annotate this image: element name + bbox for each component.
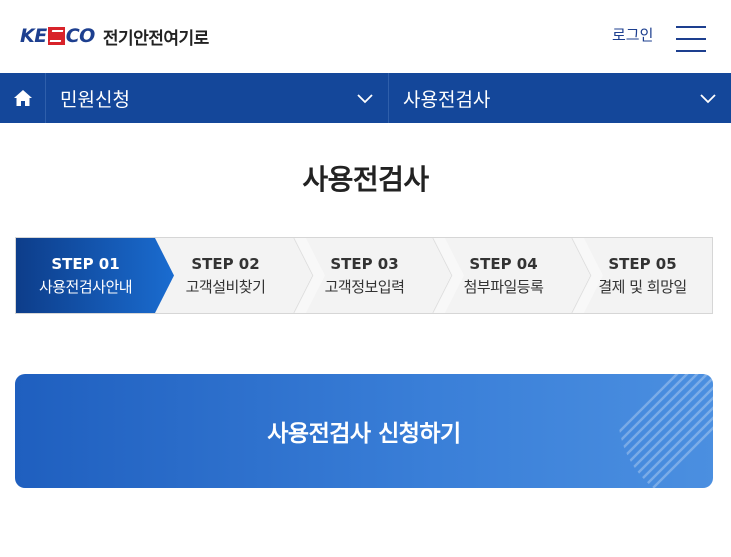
nav-dropdown-page-label: 사용전검사 <box>403 88 491 111</box>
home-button[interactable] <box>0 73 46 123</box>
logo-text: 전기안전여기로 <box>102 28 209 49</box>
site-header: KE CO 전기안전여기로 로그인 <box>0 0 731 73</box>
step-number: STEP 04 <box>469 254 538 273</box>
main-navbar: 민원신청 사용전검사 <box>0 73 731 123</box>
step-label: 고객설비찾기 <box>185 277 266 296</box>
page-title: 사용전검사 <box>302 163 429 196</box>
login-link[interactable]: 로그인 <box>612 24 653 45</box>
nav-dropdown-page[interactable]: 사용전검사 <box>389 73 731 123</box>
logo-mark: KE CO <box>20 25 95 47</box>
apply-inspection-button[interactable]: 사용전검사 신청하기 <box>15 374 713 488</box>
nav-dropdown-category-label: 민원신청 <box>60 88 130 111</box>
step-item: STEP 01 사용전검사안내 <box>16 238 155 313</box>
nav-dropdown-category[interactable]: 민원신청 <box>46 73 389 123</box>
step-number: STEP 05 <box>608 254 677 273</box>
step-label: 첨부파일등록 <box>463 277 544 296</box>
step-number: STEP 03 <box>330 254 399 273</box>
logo-s-icon <box>47 27 65 45</box>
step-number: STEP 02 <box>191 254 260 273</box>
step-label: 결제 및 희망일 <box>598 277 687 296</box>
kesco-logo[interactable]: KE CO 전기안전여기로 <box>20 22 209 50</box>
step-item: STEP 05 결제 및 희망일 <box>573 238 712 313</box>
chevron-down-icon <box>357 94 373 104</box>
logo-mark-right: CO <box>65 25 96 47</box>
chevron-down-icon <box>700 94 716 104</box>
step-label: 고객정보입력 <box>324 277 405 296</box>
hamburger-menu-icon[interactable] <box>676 26 708 52</box>
stripe-decoration-icon <box>618 374 713 488</box>
step-item: STEP 02 고객설비찾기 <box>156 238 295 313</box>
step-indicator: STEP 01 사용전검사안내 STEP 02 고객설비찾기 STEP 03 고… <box>15 237 713 314</box>
logo-mark-left: KE <box>20 25 47 47</box>
home-icon <box>13 90 32 106</box>
step-item: STEP 03 고객정보입력 <box>295 238 434 313</box>
apply-inspection-button-label: 사용전검사 신청하기 <box>267 421 461 447</box>
step-number: STEP 01 <box>51 254 120 273</box>
step-item: STEP 04 첨부파일등록 <box>434 238 573 313</box>
step-label: 사용전검사안내 <box>38 277 133 296</box>
